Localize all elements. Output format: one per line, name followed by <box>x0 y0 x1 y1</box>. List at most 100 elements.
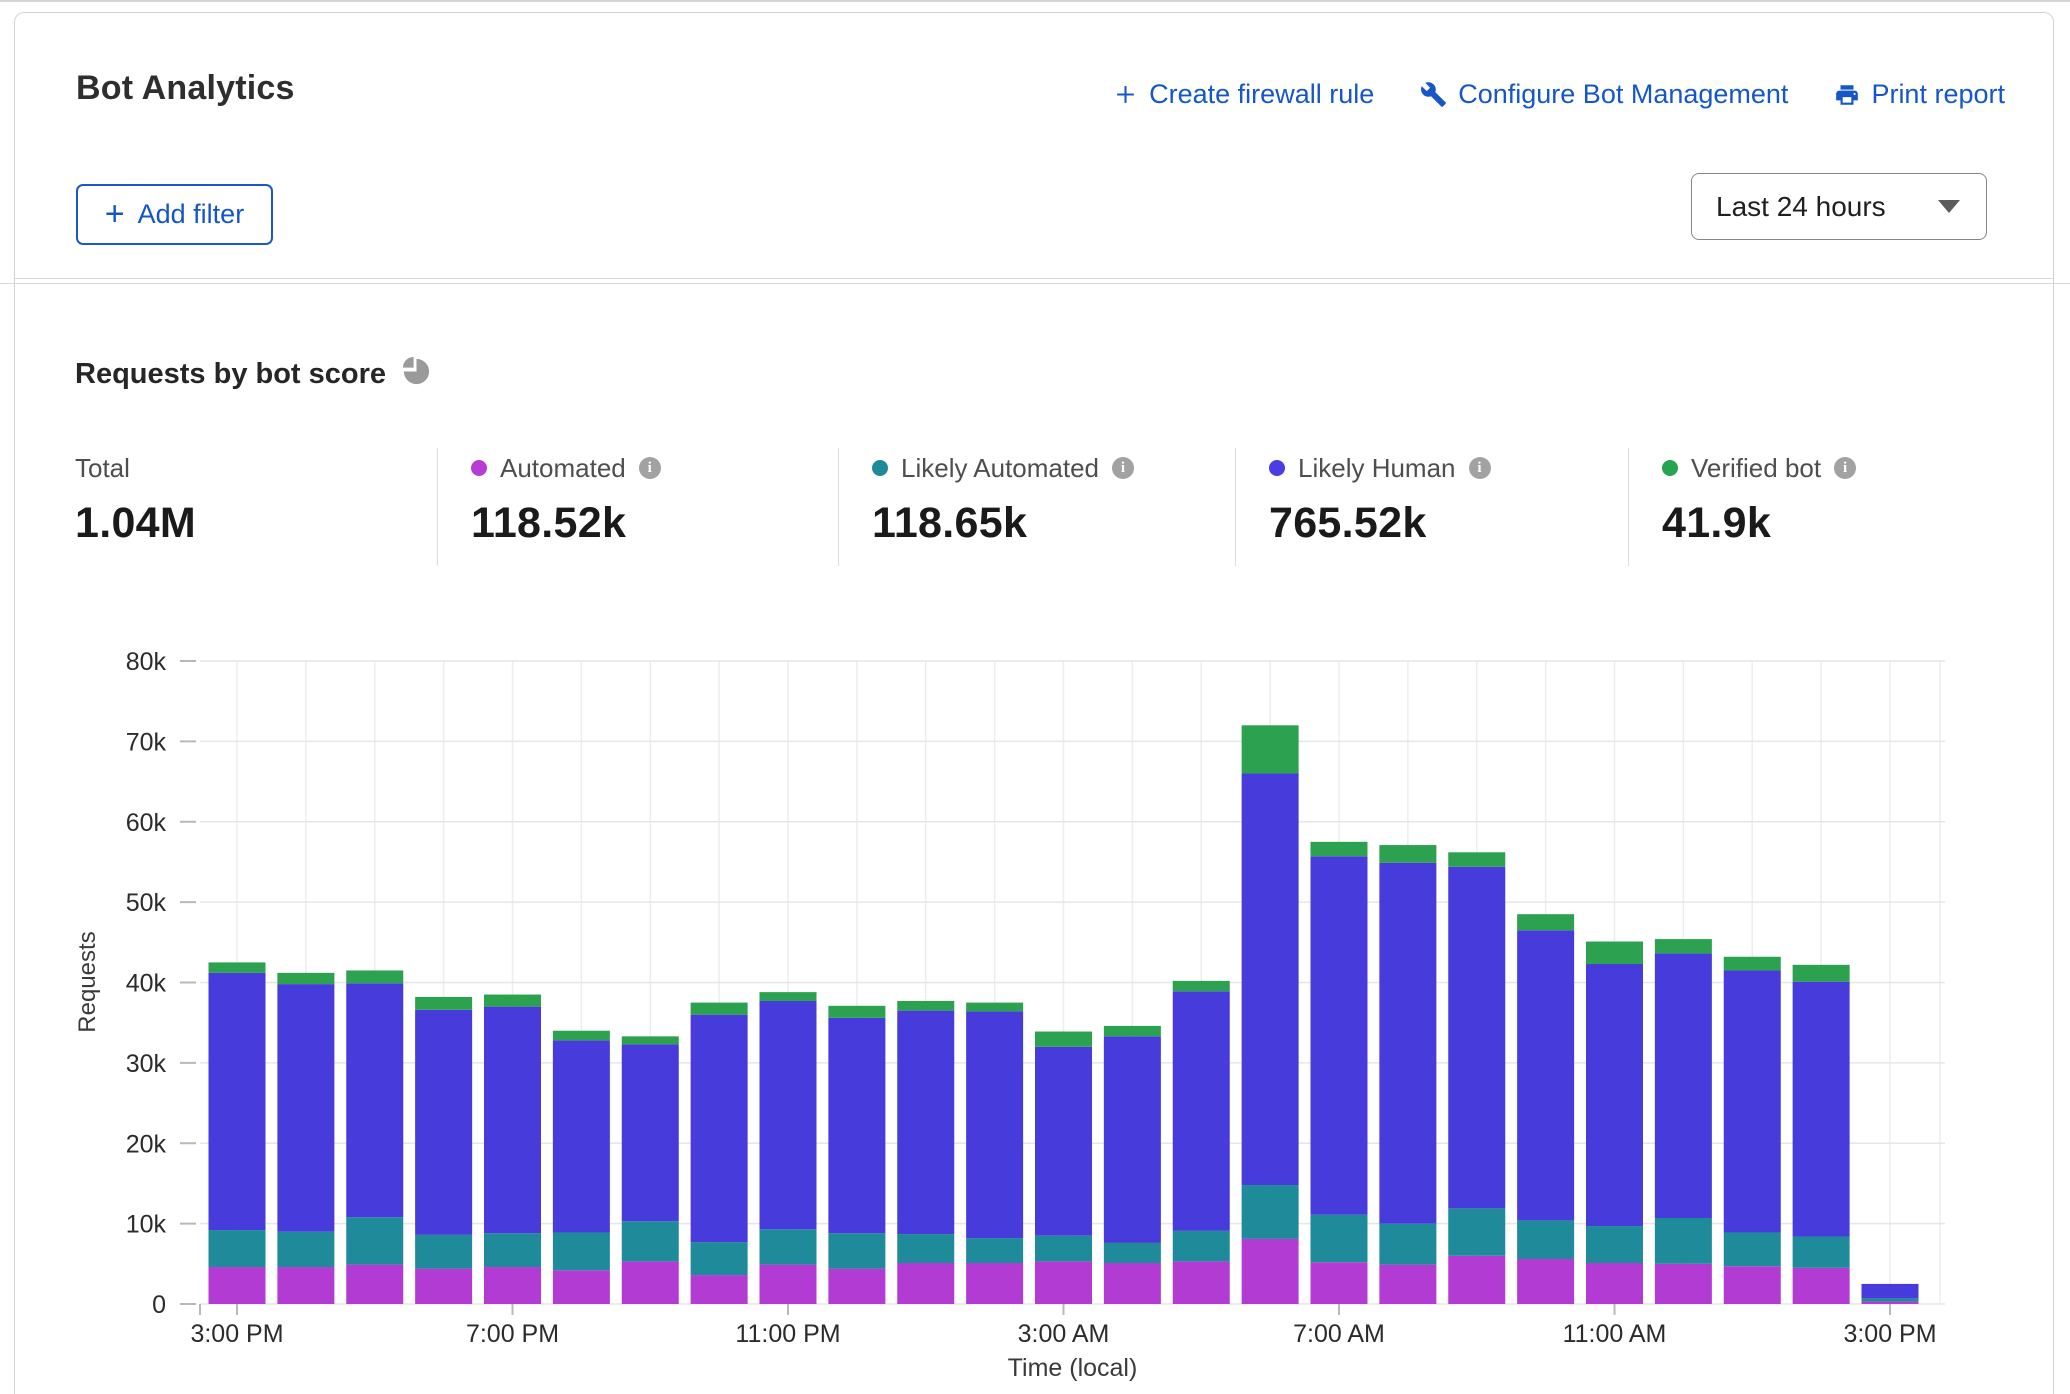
bar-segment-verified-bot[interactable] <box>1655 939 1712 953</box>
bar-segment-likely-human[interactable] <box>1586 964 1643 1226</box>
bar-segment-likely-human[interactable] <box>828 1018 885 1233</box>
bar-segment-verified-bot[interactable] <box>484 995 541 1007</box>
bar-segment-likely-human[interactable] <box>897 1011 954 1234</box>
bar-segment-verified-bot[interactable] <box>346 970 403 983</box>
bar-segment-verified-bot[interactable] <box>1035 1032 1092 1047</box>
bar-segment-automated[interactable] <box>828 1269 885 1304</box>
bar-segment-automated[interactable] <box>1104 1263 1161 1304</box>
bar-segment-automated[interactable] <box>966 1263 1023 1304</box>
bar-segment-automated[interactable] <box>484 1267 541 1304</box>
info-icon[interactable]: i <box>639 457 661 479</box>
bar-segment-likely-human[interactable] <box>622 1044 679 1221</box>
bar-segment-automated[interactable] <box>1793 1268 1850 1304</box>
bar-segment-verified-bot[interactable] <box>1311 842 1368 856</box>
bar-segment-likely-human[interactable] <box>415 1010 472 1235</box>
bar-segment-likely-automated[interactable] <box>553 1232 610 1270</box>
bar-segment-automated[interactable] <box>415 1269 472 1304</box>
bar-segment-likely-human[interactable] <box>1724 970 1781 1232</box>
info-icon[interactable]: i <box>1469 457 1491 479</box>
bar-segment-likely-automated[interactable] <box>1173 1231 1230 1262</box>
bar-segment-verified-bot[interactable] <box>760 992 817 1001</box>
bar-segment-automated[interactable] <box>1311 1262 1368 1304</box>
bar-segment-automated[interactable] <box>1724 1266 1781 1304</box>
bar-segment-likely-human[interactable] <box>1862 1284 1919 1298</box>
bar-segment-verified-bot[interactable] <box>1793 965 1850 982</box>
bar-segment-likely-automated[interactable] <box>622 1221 679 1261</box>
bar-segment-automated[interactable] <box>346 1265 403 1304</box>
bar-segment-likely-automated[interactable] <box>1035 1236 1092 1262</box>
bar-segment-likely-automated[interactable] <box>1793 1236 1850 1267</box>
bar-segment-likely-automated[interactable] <box>828 1233 885 1268</box>
bar-segment-likely-human[interactable] <box>1448 867 1505 1209</box>
bar-segment-likely-automated[interactable] <box>897 1234 954 1263</box>
bar-segment-likely-human[interactable] <box>1035 1047 1092 1236</box>
bar-segment-likely-human[interactable] <box>553 1040 610 1232</box>
bar-segment-likely-automated[interactable] <box>760 1229 817 1264</box>
bar-segment-likely-automated[interactable] <box>1724 1232 1781 1266</box>
bar-segment-automated[interactable] <box>1862 1302 1919 1304</box>
bar-segment-likely-human[interactable] <box>1173 991 1230 1231</box>
bar-segment-likely-human[interactable] <box>1379 863 1436 1224</box>
bar-segment-likely-automated[interactable] <box>209 1230 266 1267</box>
bar-segment-verified-bot[interactable] <box>1379 845 1436 863</box>
bar-segment-automated[interactable] <box>1035 1261 1092 1304</box>
bar-segment-automated[interactable] <box>1655 1264 1712 1304</box>
bar-segment-likely-automated[interactable] <box>1104 1243 1161 1263</box>
bar-segment-verified-bot[interactable] <box>691 1003 748 1015</box>
configure-bot-management-link[interactable]: Configure Bot Management <box>1420 79 1788 110</box>
bar-segment-verified-bot[interactable] <box>1724 957 1781 971</box>
bar-segment-likely-automated[interactable] <box>346 1217 403 1264</box>
bar-segment-verified-bot[interactable] <box>1586 942 1643 965</box>
bar-segment-likely-automated[interactable] <box>1311 1215 1368 1262</box>
bar-segment-verified-bot[interactable] <box>897 1001 954 1011</box>
bar-segment-automated[interactable] <box>1173 1261 1230 1304</box>
bar-segment-likely-automated[interactable] <box>691 1242 748 1275</box>
bar-segment-verified-bot[interactable] <box>209 962 266 972</box>
bar-segment-likely-human[interactable] <box>346 983 403 1217</box>
bar-segment-likely-human[interactable] <box>1242 774 1299 1186</box>
bar-segment-verified-bot[interactable] <box>966 1003 1023 1012</box>
bar-segment-likely-automated[interactable] <box>1448 1208 1505 1255</box>
bar-segment-likely-human[interactable] <box>1311 856 1368 1214</box>
bar-segment-verified-bot[interactable] <box>1517 914 1574 930</box>
bar-segment-likely-automated[interactable] <box>277 1232 334 1267</box>
bar-segment-likely-human[interactable] <box>760 1001 817 1229</box>
bar-segment-automated[interactable] <box>760 1265 817 1304</box>
add-filter-button[interactable]: + Add filter <box>76 184 273 245</box>
bar-segment-automated[interactable] <box>1242 1239 1299 1304</box>
bar-segment-automated[interactable] <box>622 1261 679 1304</box>
bar-segment-likely-automated[interactable] <box>1517 1220 1574 1259</box>
bar-segment-verified-bot[interactable] <box>415 997 472 1010</box>
bar-segment-automated[interactable] <box>277 1267 334 1304</box>
bar-segment-automated[interactable] <box>1448 1256 1505 1304</box>
bar-segment-automated[interactable] <box>691 1275 748 1304</box>
bar-segment-verified-bot[interactable] <box>1242 725 1299 773</box>
bar-segment-verified-bot[interactable] <box>277 973 334 984</box>
bar-segment-verified-bot[interactable] <box>622 1036 679 1044</box>
bar-segment-likely-human[interactable] <box>1104 1036 1161 1243</box>
bar-segment-likely-automated[interactable] <box>484 1233 541 1267</box>
bar-segment-likely-human[interactable] <box>1517 930 1574 1220</box>
bar-segment-likely-human[interactable] <box>1793 982 1850 1237</box>
bar-segment-likely-human[interactable] <box>209 973 266 1230</box>
info-icon[interactable]: i <box>1834 457 1856 479</box>
bar-segment-automated[interactable] <box>897 1263 954 1304</box>
bar-segment-likely-human[interactable] <box>277 984 334 1232</box>
bar-segment-automated[interactable] <box>1379 1265 1436 1304</box>
bar-segment-automated[interactable] <box>1586 1263 1643 1304</box>
bar-segment-automated[interactable] <box>1517 1259 1574 1304</box>
bar-segment-automated[interactable] <box>553 1270 610 1304</box>
bar-segment-likely-automated[interactable] <box>415 1235 472 1269</box>
bar-segment-likely-automated[interactable] <box>1586 1226 1643 1263</box>
bar-segment-verified-bot[interactable] <box>828 1006 885 1018</box>
info-icon[interactable]: i <box>1112 457 1134 479</box>
create-firewall-rule-link[interactable]: Create firewall rule <box>1113 79 1374 110</box>
bar-segment-likely-automated[interactable] <box>1379 1224 1436 1265</box>
bar-segment-likely-human[interactable] <box>484 1007 541 1234</box>
bar-segment-verified-bot[interactable] <box>1104 1026 1161 1036</box>
bar-segment-likely-automated[interactable] <box>1242 1185 1299 1239</box>
bar-segment-likely-human[interactable] <box>966 1011 1023 1238</box>
bar-segment-likely-automated[interactable] <box>966 1238 1023 1263</box>
bar-segment-verified-bot[interactable] <box>1173 981 1230 991</box>
print-report-link[interactable]: Print report <box>1834 79 2005 110</box>
